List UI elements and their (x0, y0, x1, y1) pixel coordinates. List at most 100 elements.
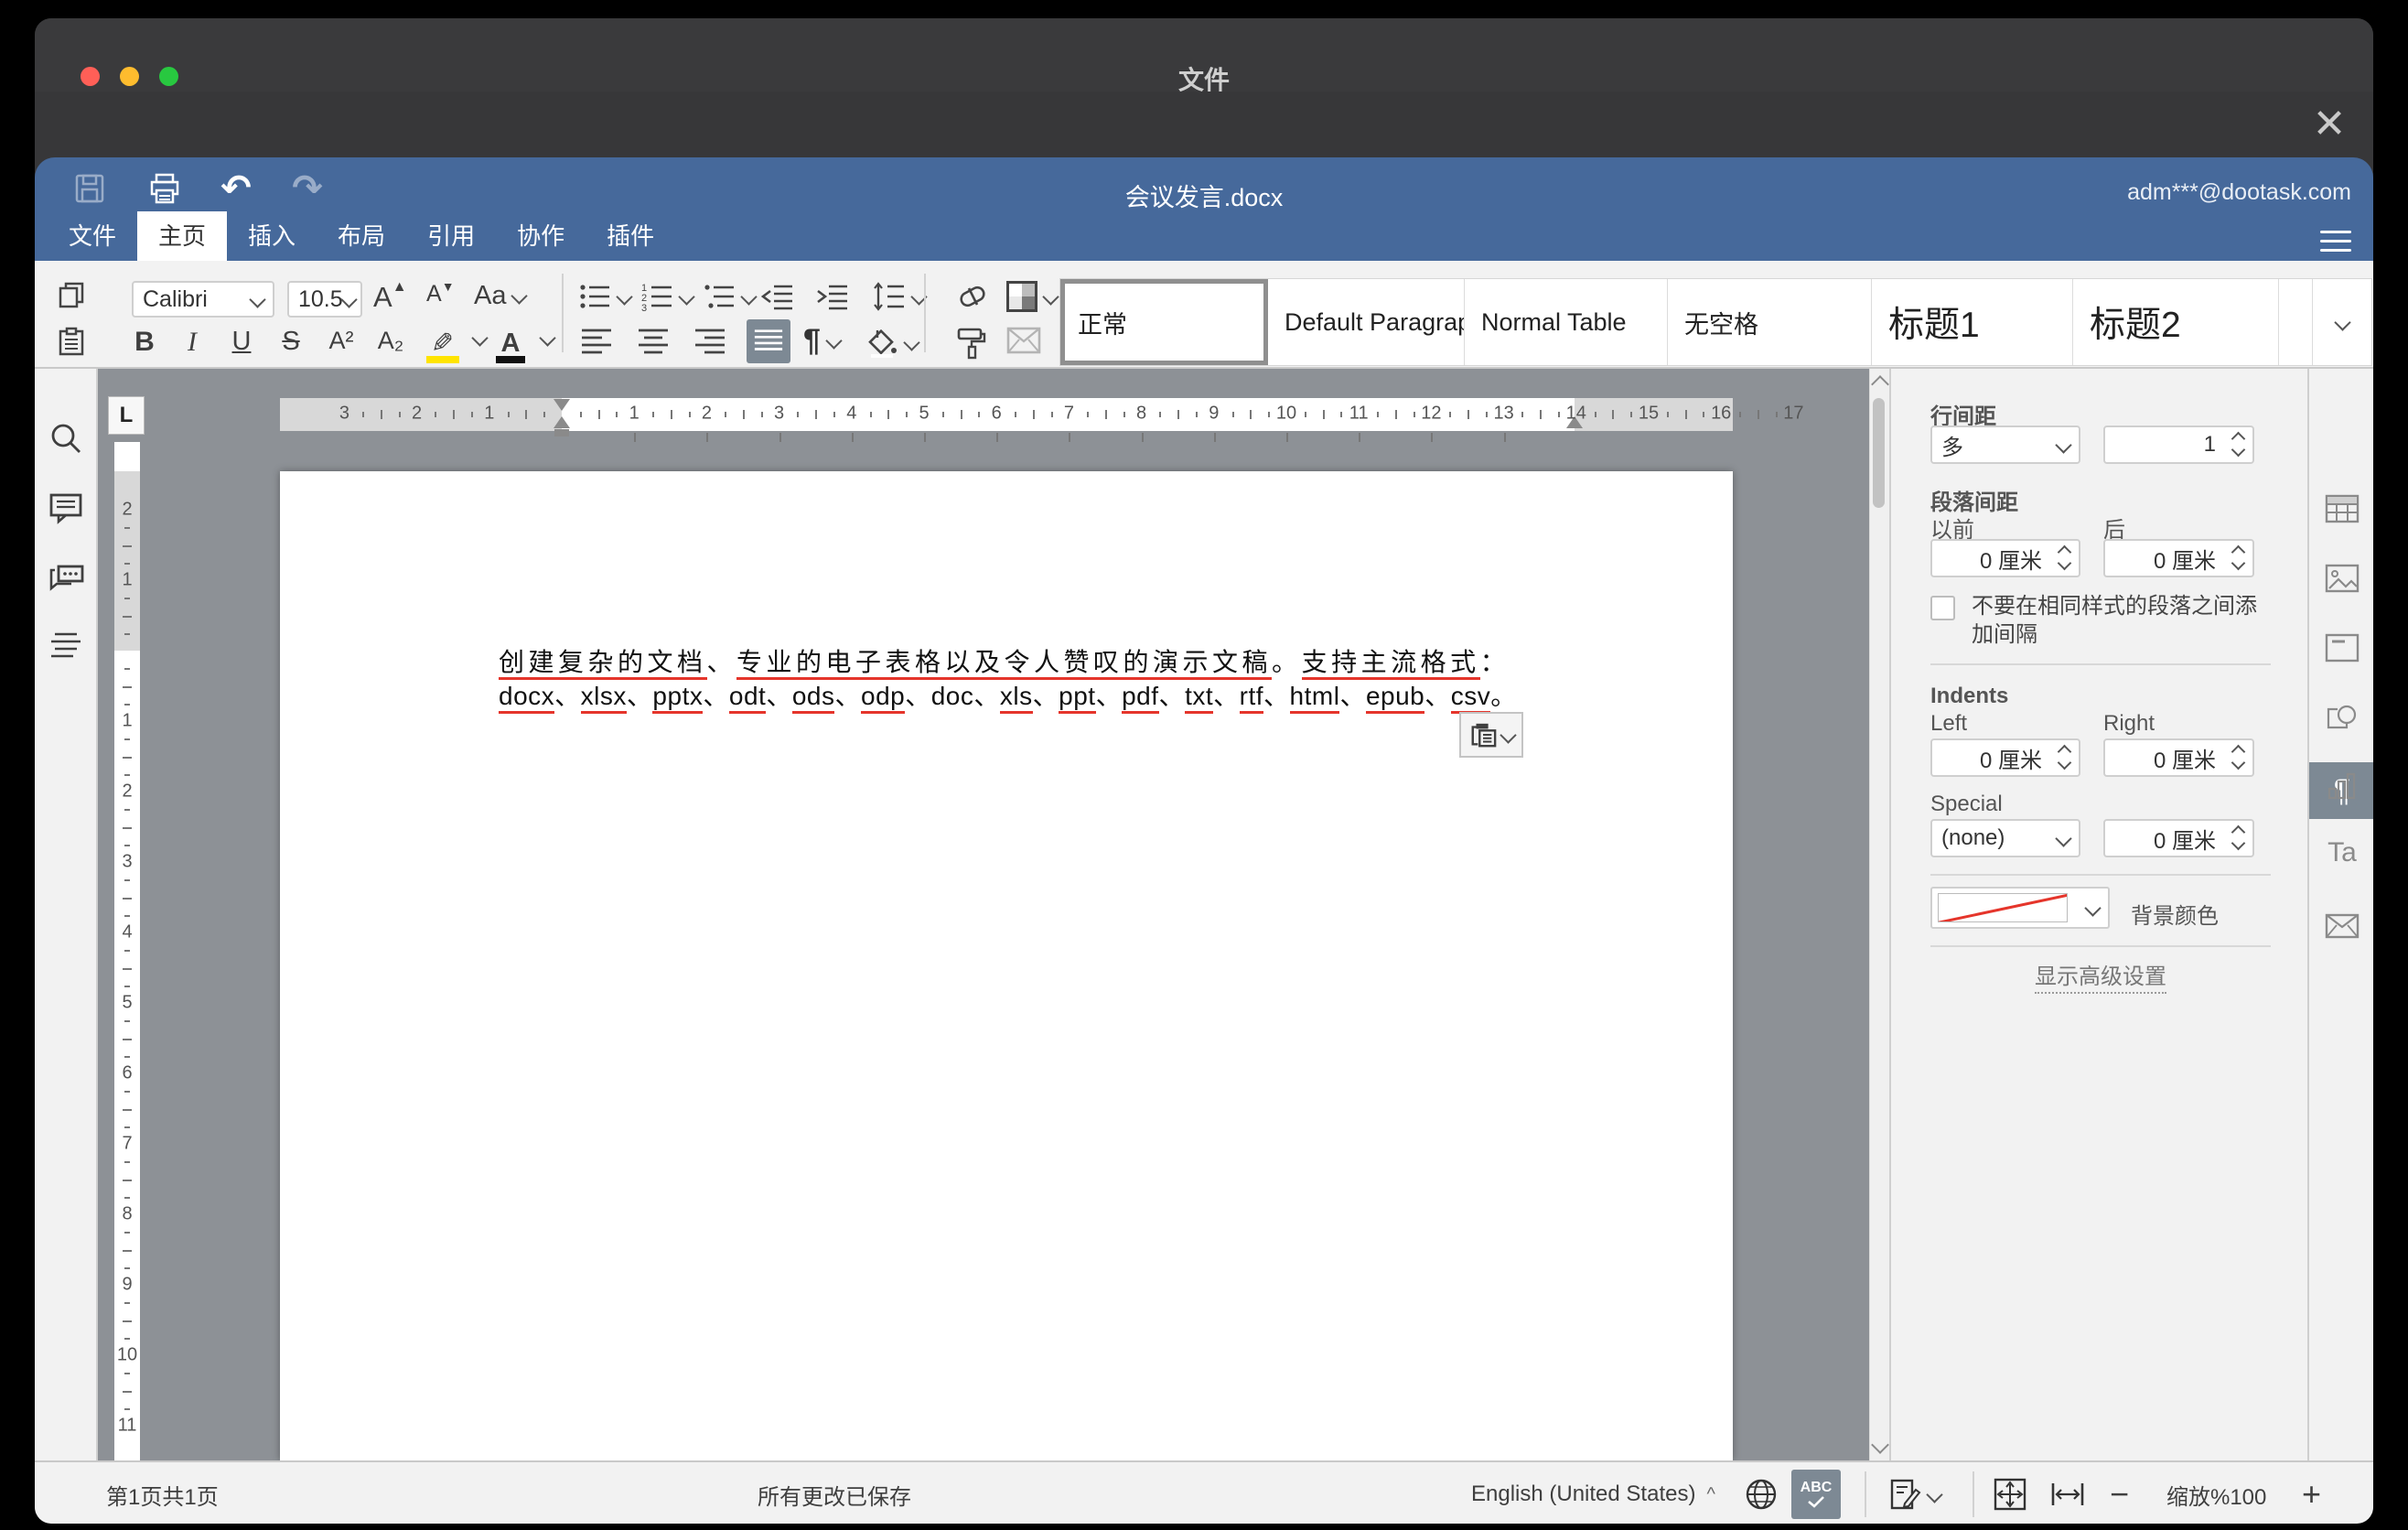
tab-5[interactable]: 协作 (496, 211, 586, 261)
style-cell-0[interactable]: 正常 (1060, 279, 1268, 365)
first-line-indent-marker[interactable] (554, 399, 570, 411)
close-icon[interactable]: ✕ (2306, 101, 2353, 148)
tab-2[interactable]: 插入 (227, 211, 317, 261)
line-spacing-button[interactable] (873, 281, 925, 312)
separator: 。 (1490, 682, 1517, 710)
search-button[interactable] (48, 420, 84, 457)
numbered-list-button[interactable]: 123 (640, 281, 693, 312)
font-color-button[interactable]: A (490, 321, 531, 365)
headerfooter-settings-tab[interactable] (2323, 629, 2361, 667)
spellcheck-button[interactable]: ABC (1791, 1470, 1841, 1519)
hanging-indent-marker[interactable] (554, 416, 570, 428)
comments-button[interactable] (48, 490, 84, 526)
zoom-out-button[interactable]: − (2110, 1462, 2129, 1524)
horizontal-ruler[interactable]: 1231234567891011121314151617 (280, 398, 1733, 431)
indent-right-spinner[interactable]: 0 厘米 (2103, 738, 2254, 777)
style-cell-5[interactable]: 标题2 (2073, 279, 2279, 365)
shading-button[interactable] (865, 327, 918, 358)
text-segment: 。 (1272, 648, 1302, 676)
color-scheme-button[interactable] (1006, 281, 1057, 312)
document-page[interactable]: 创建复杂的文档、专业的电子表格以及令人赞叹的演示文稿。支持主流格式： docx、… (280, 471, 1733, 1460)
textart-settings-tab[interactable]: Ta (2323, 834, 2361, 872)
zoom-level[interactable]: 缩放%100 (2166, 1462, 2266, 1524)
subscript-button[interactable]: A₂ (370, 327, 412, 355)
chart-settings-tab[interactable] (2323, 768, 2361, 806)
align-center-button[interactable] (637, 327, 670, 356)
page-counter[interactable]: 第1页共1页 (106, 1462, 219, 1524)
clear-style-button[interactable] (953, 281, 988, 312)
separator: 、 (1424, 682, 1451, 710)
style-cell-4[interactable]: 标题1 (1872, 279, 2073, 365)
line-spacing-select[interactable]: 多 (1930, 426, 2080, 464)
bullet-list-button[interactable] (578, 281, 630, 312)
decrement-font-button[interactable]: A▼ (426, 281, 455, 307)
font-name-select[interactable]: Calibri (132, 281, 274, 318)
language-selector[interactable]: English (United States) ^ (1471, 1462, 1715, 1524)
line-spacing-value-spinner[interactable]: 1 (2103, 426, 2254, 464)
tab-6[interactable]: 插件 (586, 211, 675, 261)
scroll-up-arrow[interactable] (1871, 375, 1889, 393)
background-color-picker[interactable] (1930, 887, 2110, 929)
scrollbar-thumb[interactable] (1873, 398, 1885, 508)
mailmerge-settings-tab[interactable] (2323, 907, 2361, 945)
ruler-tick (1123, 412, 1125, 417)
spacing-after-spinner[interactable]: 0 厘米 (2103, 539, 2254, 577)
tab-stop-track[interactable] (280, 431, 1733, 446)
zoom-in-button[interactable]: + (2302, 1462, 2321, 1524)
increment-font-button[interactable]: A▲ (373, 281, 407, 314)
tab-4[interactable]: 引用 (406, 211, 496, 261)
align-right-button[interactable] (693, 327, 726, 356)
style-cell-6[interactable] (2279, 279, 2313, 365)
advanced-settings-link[interactable]: 显示高级设置 (1930, 958, 2271, 990)
table-settings-tab[interactable] (2323, 490, 2361, 528)
superscript-button[interactable]: A² (320, 327, 362, 355)
scroll-down-arrow[interactable] (1871, 1436, 1889, 1454)
track-changes-button[interactable] (1888, 1462, 1940, 1524)
italic-button[interactable]: I (174, 327, 210, 358)
image-settings-tab[interactable] (2323, 559, 2361, 598)
set-language-button[interactable] (1744, 1462, 1779, 1524)
document-canvas[interactable]: L 1231234567891011121314151617 121234567… (96, 369, 1889, 1460)
style-cell-3[interactable]: 无空格 (1668, 279, 1872, 365)
align-justify-button[interactable] (747, 319, 790, 363)
navigation-headings-button[interactable] (48, 629, 84, 665)
change-case-button[interactable]: Aa (474, 281, 525, 311)
style-cell-1[interactable]: Default Paragraph (1268, 279, 1465, 365)
special-select[interactable]: (none) (1930, 819, 2080, 857)
font-color-arrow[interactable] (534, 332, 554, 344)
menu-hamburger-icon[interactable] (2320, 224, 2351, 250)
font-size-select[interactable]: 10.5 (287, 281, 362, 318)
align-left-button[interactable] (580, 327, 613, 356)
tab-0[interactable]: 文件 (48, 211, 137, 261)
increase-indent-button[interactable] (814, 281, 849, 312)
bold-button[interactable]: B (126, 327, 163, 358)
mail-merge-button[interactable] (1006, 327, 1041, 354)
tab-stop-selector[interactable]: L (108, 396, 145, 435)
fit-page-button[interactable] (1993, 1462, 2027, 1524)
vertical-scrollbar[interactable] (1869, 369, 1889, 1460)
tab-3[interactable]: 布局 (317, 211, 406, 261)
paste-button[interactable] (57, 327, 86, 356)
fit-width-button[interactable] (2049, 1462, 2086, 1524)
no-space-between-checkbox[interactable] (1930, 596, 1955, 620)
paste-options-button[interactable] (1459, 712, 1523, 758)
indent-left-spinner[interactable]: 0 厘米 (1930, 738, 2080, 777)
highlight-color-arrow[interactable] (467, 332, 486, 344)
chat-button[interactable] (48, 559, 84, 596)
style-cell-2[interactable]: Normal Table (1465, 279, 1668, 365)
strikethrough-button[interactable]: S (273, 327, 309, 357)
spacing-before-spinner[interactable]: 0 厘米 (1930, 539, 2080, 577)
show-paragraph-marks-button[interactable]: ¶ (803, 323, 840, 359)
tab-1[interactable]: 主页 (137, 211, 227, 261)
style-gallery-expand-button[interactable] (2313, 279, 2371, 365)
highlight-color-button[interactable]: ✎ (423, 321, 463, 365)
paragraph-text[interactable]: 创建复杂的文档、专业的电子表格以及令人赞叹的演示文稿。支持主流格式： docx、… (499, 645, 1528, 713)
copy-style-button[interactable] (953, 327, 986, 360)
special-amount-spinner[interactable]: 0 厘米 (2103, 819, 2254, 857)
underline-button[interactable]: U (223, 327, 260, 357)
multilevel-list-button[interactable] (703, 281, 755, 312)
vertical-ruler[interactable]: 121234567891011 (114, 442, 140, 1460)
copy-button[interactable] (57, 281, 86, 310)
decrease-indent-button[interactable] (759, 281, 794, 312)
shape-settings-tab[interactable] (2323, 698, 2361, 737)
